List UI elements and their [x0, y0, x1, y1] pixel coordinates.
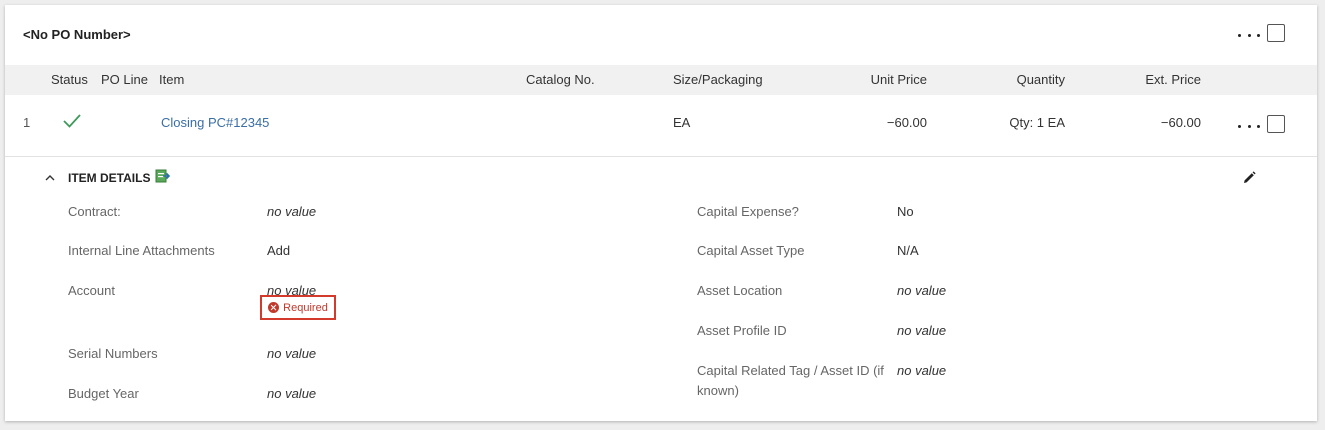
column-status: Status: [51, 72, 88, 87]
budget-year-label: Budget Year: [68, 386, 139, 401]
line-ext-price: −60.00: [1160, 115, 1201, 130]
po-title: <No PO Number>: [23, 27, 131, 42]
line-number: 1: [23, 115, 31, 130]
line-quantity: Qty: 1 EA: [1009, 115, 1065, 130]
serial-numbers-value: no value: [267, 346, 317, 361]
required-text: Required: [283, 301, 328, 314]
account-required-badge: Required: [260, 295, 336, 320]
export-icon[interactable]: [155, 168, 171, 184]
line-select-checkbox[interactable]: [1267, 115, 1285, 133]
asset-location-label: Asset Location: [697, 283, 783, 298]
table-row: 1 Closing PC#12345 EA −60.00 Qty: 1 EA −…: [5, 95, 1317, 157]
column-size-packaging: Size/Packaging: [673, 72, 763, 87]
column-po-line: PO Line: [101, 72, 148, 87]
capital-expense-label: Capital Expense?: [697, 204, 799, 219]
budget-year-value: no value: [267, 386, 317, 401]
line-unit-price: −60.00: [886, 115, 927, 130]
column-catalog-no: Catalog No.: [526, 72, 595, 87]
error-icon: [268, 302, 280, 313]
serial-numbers-label: Serial Numbers: [68, 346, 158, 361]
capital-tag-label: Capital Related Tag / Asset ID (if known…: [697, 363, 884, 398]
add-attachment-link[interactable]: Add: [267, 241, 290, 261]
item-details-title: ITEM DETAILS: [68, 171, 151, 185]
po-more-actions-icon[interactable]: [1238, 28, 1260, 42]
asset-location-value: no value: [897, 283, 947, 298]
column-unit-price: Unit Price: [870, 72, 927, 87]
line-size-packaging: EA: [673, 115, 691, 130]
contract-label: Contract:: [68, 204, 121, 219]
capital-asset-type-label: Capital Asset Type: [697, 243, 805, 258]
capital-expense-value: No: [897, 204, 914, 219]
column-item: Item: [159, 72, 185, 87]
line-item-link[interactable]: Closing PC#12345: [161, 115, 269, 130]
edit-pencil-icon[interactable]: [1242, 171, 1256, 185]
asset-profile-id-label: Asset Profile ID: [697, 323, 787, 338]
asset-profile-id-value: no value: [897, 323, 947, 338]
capital-asset-type-value: N/A: [897, 243, 919, 258]
capital-tag-value: no value: [897, 363, 947, 378]
column-quantity: Quantity: [1016, 72, 1065, 87]
po-card: <No PO Number> Status PO Line Item Catal…: [5, 5, 1317, 421]
line-more-actions-icon[interactable]: [1238, 119, 1260, 133]
checkmark-icon: [63, 113, 81, 132]
po-select-checkbox[interactable]: [1267, 24, 1285, 42]
column-ext-price: Ext. Price: [1145, 72, 1201, 87]
chevron-up-icon[interactable]: [45, 171, 55, 181]
item-details-section: ITEM DETAILS Contract: no value Internal…: [5, 158, 1317, 418]
account-label: Account: [68, 283, 115, 298]
contract-value: no value: [267, 204, 317, 219]
attachments-label: Internal Line Attachments: [68, 243, 215, 258]
table-header: Status PO Line Item Catalog No. Size/Pac…: [5, 65, 1317, 95]
